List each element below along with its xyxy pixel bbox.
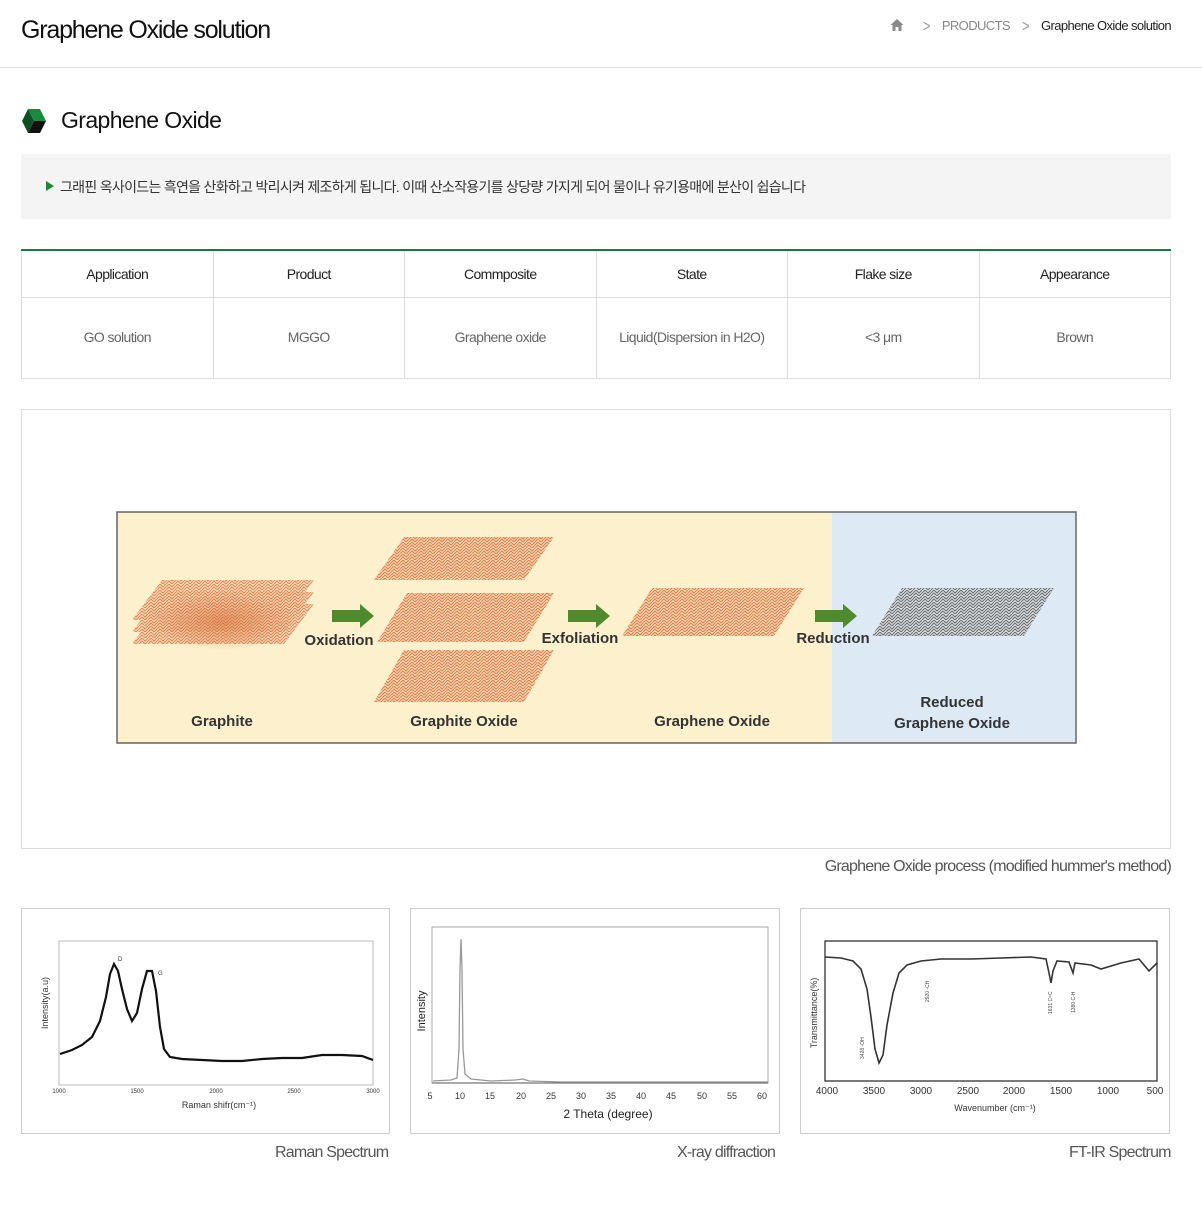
process-caption: Graphene Oxide process (modified hummer'… xyxy=(824,858,1172,875)
ftir-tick: 2500 xyxy=(957,1086,980,1097)
raman-tick: 1500 xyxy=(130,1089,144,1095)
graphene-oxide-sheet xyxy=(622,588,804,636)
reduced-graphene-oxide-sheet xyxy=(872,588,1054,636)
ftir-peak-label: 3428 -OH xyxy=(860,1037,866,1059)
cell-product: MGGO xyxy=(212,296,405,379)
ftir-xlabel: Wavenumber (cm⁻¹) xyxy=(954,1103,1035,1113)
section-title: Graphene Oxide xyxy=(61,107,222,133)
ftir-figure: 3428 -OH 2920 -CH 1631 C=C 1380 C-H 4000… xyxy=(800,908,1170,1134)
ftir-tick: 500 xyxy=(1147,1086,1164,1097)
graphite-oxide-sheets xyxy=(374,537,554,702)
ftir-tick: 2000 xyxy=(1003,1086,1026,1097)
label-graphene-oxide: Graphene Oxide xyxy=(654,713,770,730)
raman-caption: Raman Spectrum xyxy=(275,1144,389,1161)
xrd-ylabel: Intensity xyxy=(416,990,428,1031)
home-icon[interactable] xyxy=(889,17,905,33)
raman-xlabel: Raman shifr(cm⁻¹) xyxy=(182,1100,256,1110)
cell-composite: Graphene oxide xyxy=(404,296,597,379)
hexagon-cube-icon xyxy=(22,109,46,133)
xrd-tick: 50 xyxy=(697,1091,707,1101)
ftir-ylabel: Transmittance(%) xyxy=(809,978,819,1049)
label-graphite-oxide: Graphite Oxide xyxy=(410,713,518,730)
graphite-stack xyxy=(132,580,314,650)
xrd-tick: 5 xyxy=(427,1091,432,1101)
xrd-tick: 15 xyxy=(485,1091,495,1101)
xrd-tick: 45 xyxy=(666,1091,676,1101)
header-flake-size: Flake size xyxy=(787,250,980,298)
peak-g: G xyxy=(158,971,163,977)
peak-d: D xyxy=(118,957,123,963)
step-exfoliation: Exfoliation xyxy=(542,630,619,647)
intro-box: 그래핀 옥사이드는 흑연을 산화하고 박리시켜 제조하게 됩니다. 이때 산소작… xyxy=(21,154,1171,219)
top-bar: Graphene Oxide solution > PRODUCTS > Gra… xyxy=(0,0,1202,68)
xrd-tick: 20 xyxy=(516,1091,526,1101)
chevron-right-icon: > xyxy=(1021,15,1030,35)
ftir-caption: FT-IR Spectrum xyxy=(1069,1144,1172,1161)
header-product: Product xyxy=(212,250,405,298)
raman-tick: 1000 xyxy=(52,1089,66,1095)
xrd-caption: X-ray diffraction xyxy=(677,1144,776,1161)
label-reduced: Reduced xyxy=(920,694,983,711)
ftir-peak-label: 1380 C-H xyxy=(1071,991,1077,1013)
xrd-curve xyxy=(432,938,768,1083)
xrd-figure: 5 10 15 20 25 30 35 40 45 50 55 60 2 The… xyxy=(410,908,780,1134)
header-application: Application xyxy=(21,250,214,298)
ftir-tick: 3500 xyxy=(863,1086,886,1097)
header-composite: Commposite xyxy=(404,250,597,298)
header-state: State xyxy=(595,250,788,298)
xrd-tick: 35 xyxy=(606,1091,616,1101)
label-reduced-graphene-oxide: Graphene Oxide xyxy=(894,715,1010,732)
table-row: GO solution MGGO Graphene oxide Liquid(D… xyxy=(21,296,1171,379)
raman-curve xyxy=(59,961,374,1063)
xrd-tick: 60 xyxy=(757,1091,767,1101)
table-header-row: Application Product Commposite State Fla… xyxy=(21,250,1171,298)
step-reduction: Reduction xyxy=(796,630,869,647)
xrd-xlabel: 2 Theta (degree) xyxy=(563,1107,652,1121)
spec-table: Application Product Commposite State Fla… xyxy=(21,249,1171,379)
triangle-right-icon xyxy=(46,181,54,191)
xrd-tick: 55 xyxy=(727,1091,737,1101)
chevron-right-icon: > xyxy=(922,15,931,35)
cell-application: GO solution xyxy=(21,296,214,379)
step-oxidation: Oxidation xyxy=(304,632,373,649)
process-figure-box: Oxidation Exfoliation Reduction Graphite… xyxy=(21,409,1171,849)
cell-flake-size: <3 μm xyxy=(787,296,980,379)
ftir-tick: 1000 xyxy=(1097,1086,1120,1097)
raman-ylabel: Intensity(a.u) xyxy=(40,977,50,1029)
breadcrumb-products[interactable]: PRODUCTS xyxy=(942,18,1011,33)
cell-appearance: Brown xyxy=(978,296,1171,379)
intro-text: 그래핀 옥사이드는 흑연을 산화하고 박리시켜 제조하게 됩니다. 이때 산소작… xyxy=(60,179,806,195)
breadcrumb-current[interactable]: Graphene Oxide solution xyxy=(1041,18,1172,33)
ftir-tick: 4000 xyxy=(816,1086,839,1097)
raman-tick: 3000 xyxy=(366,1089,380,1095)
raman-tick: 2500 xyxy=(287,1089,301,1095)
xrd-tick: 25 xyxy=(546,1091,556,1101)
xrd-tick: 10 xyxy=(455,1091,465,1101)
ftir-tick: 3000 xyxy=(910,1086,933,1097)
xrd-tick: 30 xyxy=(576,1091,586,1101)
raman-tick: 2000 xyxy=(209,1089,223,1095)
raman-figure: D G 1000 1500 2000 2500 3000 Raman shifr… xyxy=(21,908,390,1134)
ftir-tick: 1500 xyxy=(1050,1086,1073,1097)
xrd-tick: 40 xyxy=(636,1091,646,1101)
process-diagram: Oxidation Exfoliation Reduction Graphite… xyxy=(116,511,1077,744)
breadcrumb: > PRODUCTS > Graphene Oxide solution xyxy=(889,15,1172,35)
cell-state: Liquid(Dispersion in H2O) xyxy=(595,296,788,379)
ftir-peak-label: 2920 -CH xyxy=(925,980,931,1002)
ftir-curve xyxy=(824,956,1158,1066)
ftir-peak-label: 1631 C=C xyxy=(1048,991,1054,1014)
label-graphite: Graphite xyxy=(191,713,253,730)
header-appearance: Appearance xyxy=(978,250,1171,298)
page-title: Graphene Oxide solution xyxy=(21,16,271,44)
